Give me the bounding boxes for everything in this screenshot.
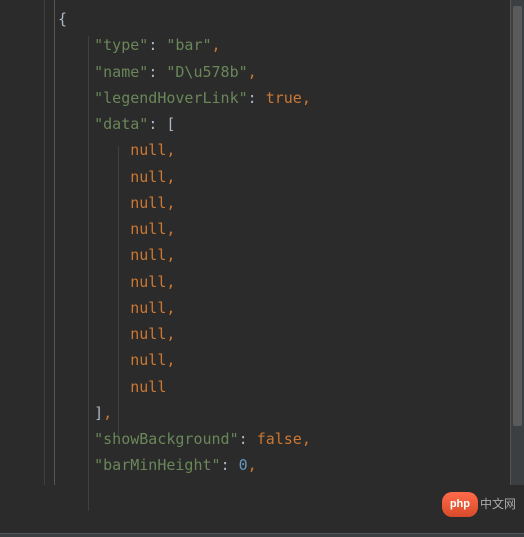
json-key: "legendHoverLink" <box>94 89 248 107</box>
colon: : <box>239 430 257 448</box>
bracket-close: ] <box>94 404 103 422</box>
json-key: "name" <box>94 63 148 81</box>
bracket-open: [ <box>166 115 175 133</box>
json-key: "data" <box>94 115 148 133</box>
code-line: "showBackground": false, <box>58 426 524 452</box>
comma: , <box>103 404 112 422</box>
comma: , <box>302 89 311 107</box>
json-key: "barMinHeight" <box>94 456 220 474</box>
json-keyword: false <box>257 430 302 448</box>
indent-guide <box>88 36 89 511</box>
json-key: "type" <box>94 36 148 54</box>
json-null: null, <box>130 325 175 343</box>
json-null: null, <box>130 220 175 238</box>
colon: : <box>148 115 166 133</box>
watermark: php 中文网 <box>442 492 516 517</box>
comma: , <box>248 63 257 81</box>
json-null: null, <box>130 351 175 369</box>
code-line: ], <box>58 400 524 426</box>
json-null: null, <box>130 168 175 186</box>
code-line: null, <box>58 269 524 295</box>
code-line: null, <box>58 295 524 321</box>
code-line: "type": "bar", <box>58 32 524 58</box>
code-line: null, <box>58 216 524 242</box>
code-line: null, <box>58 242 524 268</box>
json-keyword: true <box>266 89 302 107</box>
brace-open: { <box>58 10 67 28</box>
code-line: "legendHoverLink": true, <box>58 85 524 111</box>
code-line: { <box>58 6 524 32</box>
colon: : <box>221 456 239 474</box>
code-line: null, <box>58 164 524 190</box>
comma: , <box>302 430 311 448</box>
code-line: null, <box>58 347 524 373</box>
code-editor[interactable]: { "type": "bar", "name": "D\u578b", "leg… <box>0 0 524 485</box>
code-line: "name": "D\u578b", <box>58 59 524 85</box>
code-line: "barMinHeight": 0, <box>58 452 524 478</box>
json-null: null, <box>130 299 175 317</box>
comma: , <box>248 456 257 474</box>
json-key: "showBackground" <box>94 430 239 448</box>
json-string: "bar" <box>166 36 211 54</box>
indent-guide <box>118 146 119 436</box>
code-line: null, <box>58 190 524 216</box>
code-content[interactable]: { "type": "bar", "name": "D\u578b", "leg… <box>0 6 524 479</box>
json-null: null, <box>130 141 175 159</box>
colon: : <box>248 89 266 107</box>
json-null: null, <box>130 246 175 264</box>
code-line: "data": [ <box>58 111 524 137</box>
bottom-border <box>0 533 524 537</box>
watermark-text: 中文网 <box>480 494 516 515</box>
colon: : <box>148 36 166 54</box>
colon: : <box>148 63 166 81</box>
watermark-logo: php <box>442 492 478 517</box>
code-line: null <box>58 374 524 400</box>
json-number: 0 <box>239 456 248 474</box>
code-line: null, <box>58 137 524 163</box>
json-null: null, <box>130 194 175 212</box>
code-line: null, <box>58 321 524 347</box>
json-null: null <box>130 378 166 396</box>
json-null: null, <box>130 273 175 291</box>
json-string: "D\u578b" <box>166 63 247 81</box>
comma: , <box>212 36 221 54</box>
